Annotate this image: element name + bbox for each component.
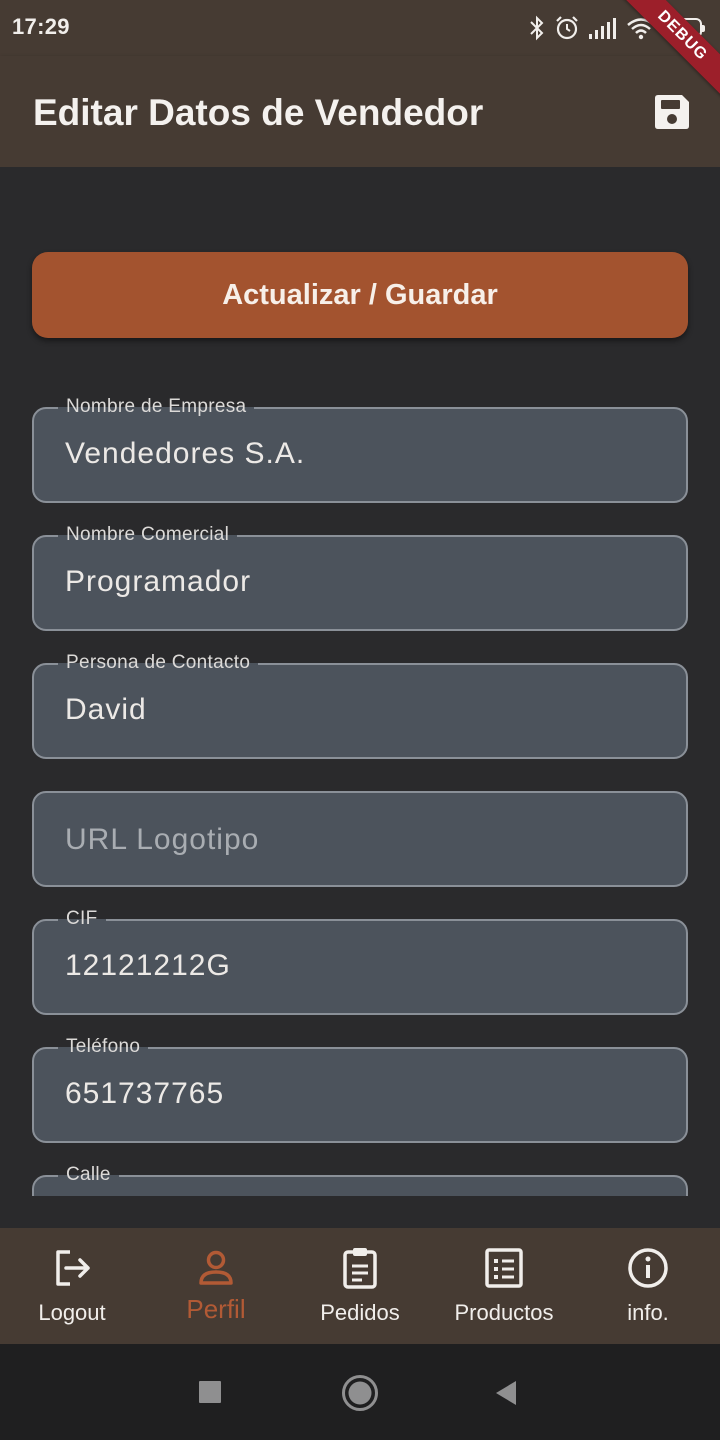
nav-item-productos[interactable]: Productos xyxy=(432,1228,576,1344)
signal-icon xyxy=(589,18,616,39)
street-field[interactable]: Calle xyxy=(32,1164,688,1196)
nav-label: Pedidos xyxy=(320,1300,400,1325)
field-value: David xyxy=(65,693,147,726)
bluetooth-icon xyxy=(530,15,544,41)
alarm-icon xyxy=(556,16,578,40)
recents-icon[interactable] xyxy=(198,1380,222,1404)
nav-label: Perfil xyxy=(186,1294,246,1324)
bottom-nav: Logout Perfil Pedidos Productos info. xyxy=(0,1228,720,1344)
logo-url-field[interactable]: URL Logotipo xyxy=(32,791,688,887)
back-icon[interactable] xyxy=(494,1380,518,1406)
form-content[interactable]: Actualizar / Guardar Nombre de Empresa V… xyxy=(0,167,720,1196)
nav-label: Productos xyxy=(454,1300,554,1325)
nav-item-pedidos[interactable]: Pedidos xyxy=(288,1228,432,1344)
app-bar: Editar Datos de Vendedor xyxy=(0,56,720,167)
info-icon xyxy=(628,1248,668,1288)
field-value: Vendedores S.A. xyxy=(65,437,306,470)
trade-name-field[interactable]: Nombre Comercial Programador xyxy=(32,524,688,631)
field-placeholder: URL Logotipo xyxy=(65,823,260,856)
system-nav-bar xyxy=(0,1344,720,1440)
phone-field[interactable]: Teléfono 651737765 xyxy=(32,1036,688,1143)
field-label: Teléfono xyxy=(58,1036,149,1058)
company-name-field[interactable]: Nombre de Empresa Vendedores S.A. xyxy=(32,396,688,503)
home-icon[interactable] xyxy=(341,1374,379,1412)
update-save-button[interactable]: Actualizar / Guardar xyxy=(32,252,688,338)
nav-item-info[interactable]: info. xyxy=(576,1228,720,1344)
logout-icon xyxy=(56,1250,90,1286)
save-icon[interactable] xyxy=(652,92,692,132)
nav-label: Logout xyxy=(38,1300,106,1325)
field-label: Nombre de Empresa xyxy=(58,396,255,418)
field-value: 12121212G xyxy=(65,949,231,982)
field-value: Programador xyxy=(65,565,252,598)
status-time: 17:29 xyxy=(12,14,70,39)
contact-person-field[interactable]: Persona de Contacto David xyxy=(32,652,688,759)
field-label: Nombre Comercial xyxy=(58,524,238,546)
nav-item-perfil[interactable]: Perfil xyxy=(144,1228,288,1344)
field-label: Persona de Contacto xyxy=(58,652,259,674)
nav-item-logout[interactable]: Logout xyxy=(0,1228,144,1344)
status-bar: 17:29 42 xyxy=(0,0,720,56)
list-icon xyxy=(485,1248,523,1288)
nav-label: info. xyxy=(627,1300,669,1325)
clipboard-icon xyxy=(343,1248,377,1289)
person-icon xyxy=(199,1250,233,1285)
field-value: 651737765 xyxy=(65,1077,225,1110)
field-label: CIF xyxy=(58,908,106,930)
cif-field[interactable]: CIF 12121212G xyxy=(32,908,688,1015)
page-title: Editar Datos de Vendedor xyxy=(33,92,484,133)
field-label: Calle xyxy=(58,1164,119,1186)
